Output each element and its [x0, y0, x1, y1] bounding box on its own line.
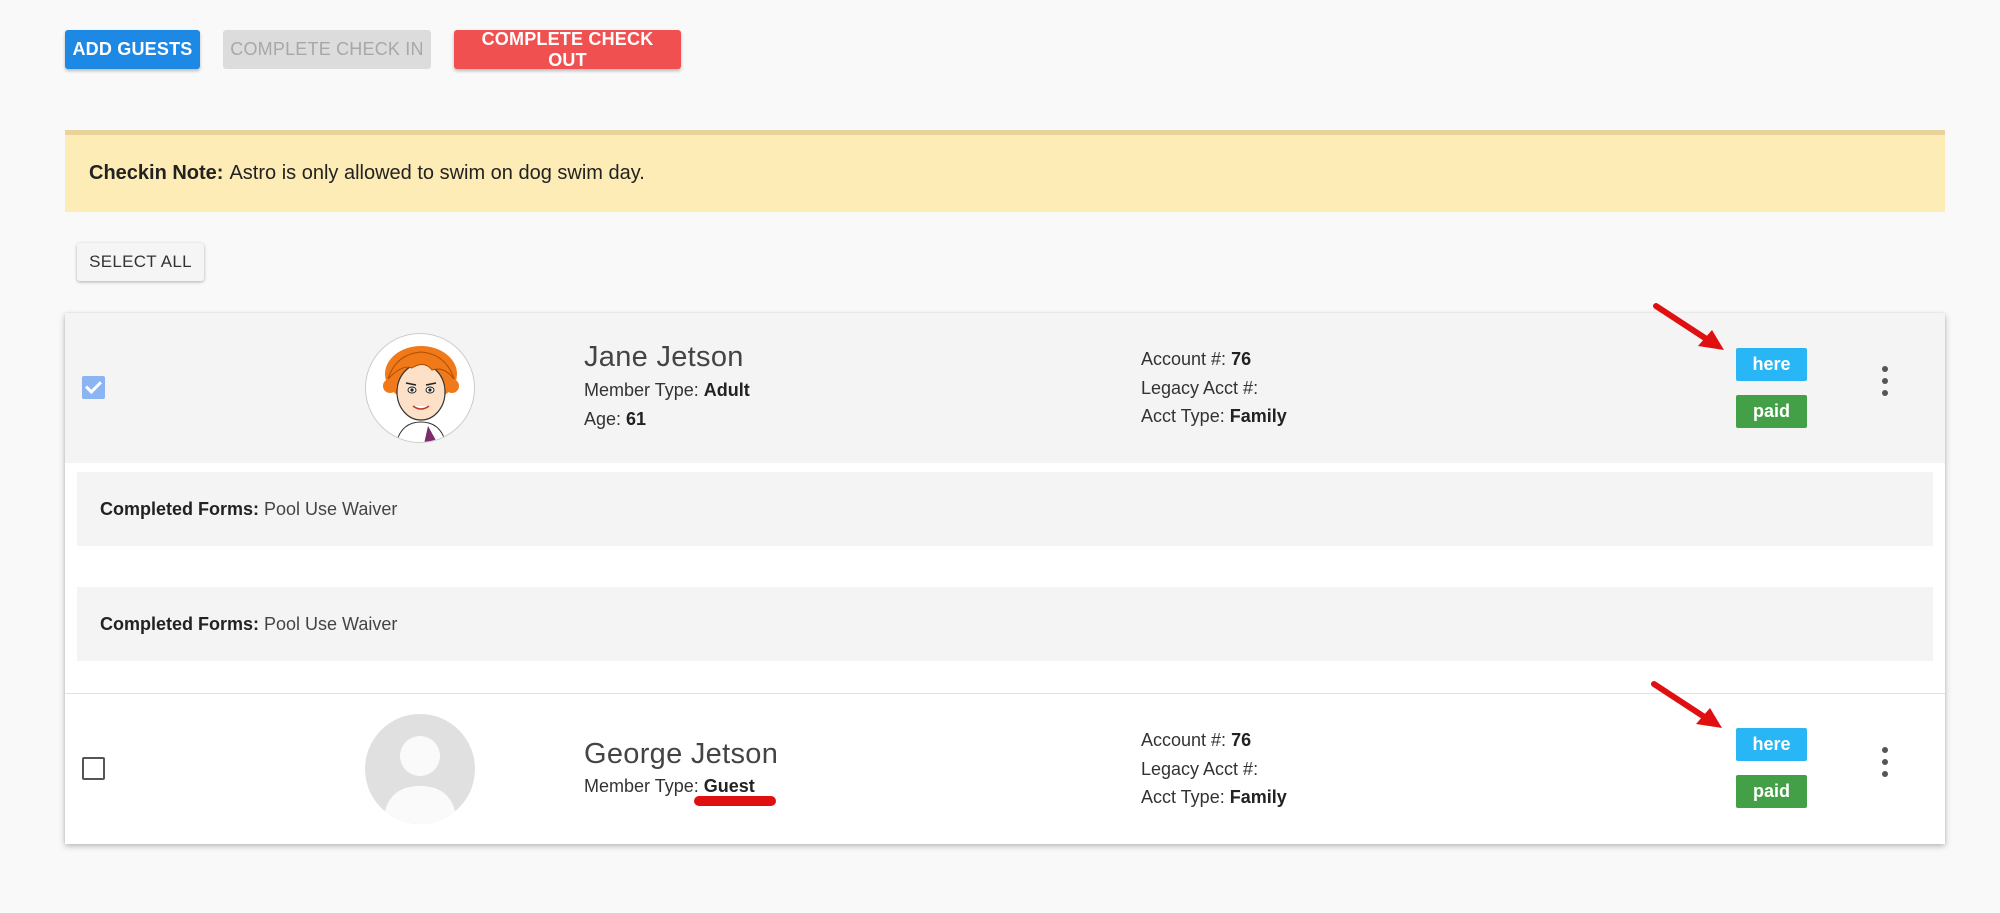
member-type: Member Type: Guest — [584, 776, 755, 797]
member-type-value: Guest — [703, 776, 755, 796]
legacy-account: Legacy Acct #: — [1141, 759, 1258, 780]
paid-badge[interactable]: paid — [1736, 395, 1807, 428]
paid-badge[interactable]: paid — [1736, 775, 1807, 808]
default-avatar-icon — [383, 736, 457, 824]
more-vert-icon[interactable] — [1875, 747, 1895, 787]
members-panel: Jane Jetson Member Type: Adult Age: 61 A… — [65, 313, 1945, 844]
checkin-note: Checkin Note: Astro is only allowed to s… — [65, 130, 1945, 212]
account-value: 76 — [1231, 730, 1252, 750]
annotation-arrow-icon — [1651, 681, 1722, 728]
checkin-note-text: Astro is only allowed to swim on dog swi… — [229, 162, 645, 184]
completed-forms: Completed Forms: Pool Use Waiver — [77, 472, 1933, 546]
member-checkbox[interactable] — [82, 757, 105, 780]
completed-forms-value: Pool Use Waiver — [264, 613, 398, 634]
here-badge[interactable]: here — [1736, 728, 1807, 761]
member-checkbox-checked[interactable] — [82, 376, 105, 399]
age-label: Age: — [584, 409, 622, 429]
account-label: Account #: — [1141, 730, 1227, 750]
complete-check-in-button[interactable]: COMPLETE CHECK IN — [223, 30, 431, 69]
account-type: Acct Type: Family — [1141, 787, 1287, 808]
completed-forms-value: Pool Use Waiver — [264, 498, 398, 519]
member-type-label: Member Type: — [584, 776, 699, 796]
acct-type-label: Acct Type: — [1141, 406, 1225, 426]
checkin-note-label: Checkin Note: — [89, 162, 224, 184]
age-value: 61 — [626, 409, 647, 429]
select-all-button[interactable]: SELECT ALL — [77, 243, 204, 281]
completed-forms: Completed Forms: Pool Use Waiver — [77, 587, 1933, 661]
acct-type-value: Family — [1229, 406, 1287, 426]
account-number: Account #: 76 — [1141, 349, 1251, 370]
legacy-label: Legacy Acct #: — [1141, 759, 1259, 779]
completed-forms-label: Completed Forms: — [100, 498, 260, 519]
account-value: 76 — [1231, 349, 1252, 369]
avatar — [365, 333, 475, 443]
annotation-arrow-icon — [1653, 303, 1724, 350]
account-label: Account #: — [1141, 349, 1227, 369]
jane-avatar-icon — [383, 346, 459, 442]
member-type-value: Adult — [703, 380, 750, 400]
annotation-underline — [694, 796, 776, 806]
account-number: Account #: 76 — [1141, 730, 1251, 751]
more-vert-icon[interactable] — [1875, 366, 1895, 406]
account-type: Acct Type: Family — [1141, 406, 1287, 427]
legacy-label: Legacy Acct #: — [1141, 378, 1259, 398]
legacy-account: Legacy Acct #: — [1141, 378, 1258, 399]
member-type: Member Type: Adult — [584, 380, 750, 401]
add-guests-button[interactable]: ADD GUESTS — [65, 30, 200, 69]
member-age: Age: 61 — [584, 409, 646, 430]
avatar — [365, 714, 475, 824]
complete-check-out-button[interactable]: COMPLETE CHECK OUT — [454, 29, 681, 70]
member-type-label: Member Type: — [584, 380, 699, 400]
acct-type-value: Family — [1229, 787, 1287, 807]
member-name: George Jetson — [584, 738, 779, 770]
here-badge[interactable]: here — [1736, 348, 1807, 381]
completed-forms-label: Completed Forms: — [100, 613, 260, 634]
acct-type-label: Acct Type: — [1141, 787, 1225, 807]
member-name: Jane Jetson — [584, 341, 744, 373]
